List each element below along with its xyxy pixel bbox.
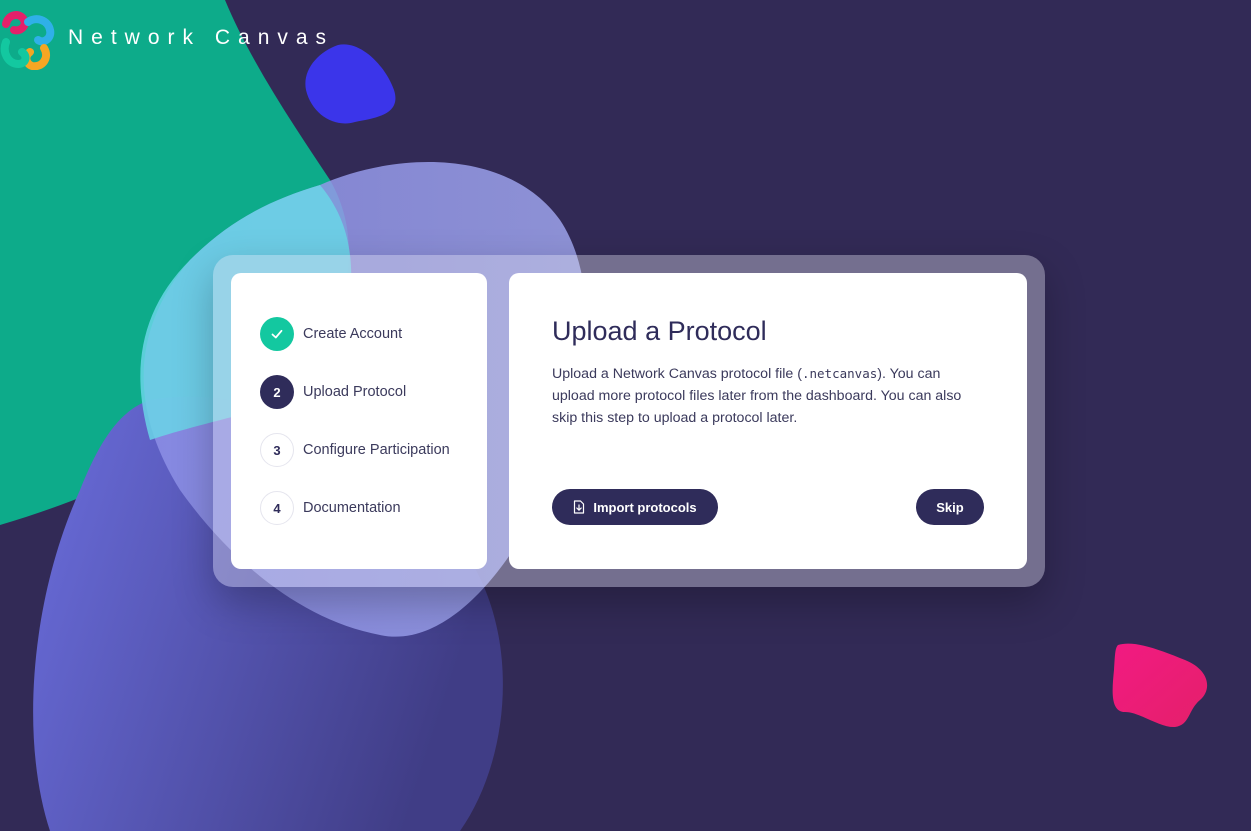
file-extension: .netcanvas <box>801 366 878 381</box>
pink-blob <box>1112 643 1208 728</box>
step-label: Documentation <box>303 500 401 516</box>
onboarding-wizard: Create Account 2 Upload Protocol 3 Confi… <box>213 255 1045 587</box>
step-number-marker: 3 <box>260 433 294 467</box>
skip-button[interactable]: Skip <box>916 489 984 525</box>
step-label: Upload Protocol <box>303 384 407 400</box>
description-text: Upload a Network Canvas protocol file ( <box>552 366 802 382</box>
check-icon <box>271 329 283 339</box>
upload-protocol-panel: Upload a Protocol Upload a Network Canva… <box>509 273 1027 569</box>
brand: Network Canvas <box>0 6 334 70</box>
page-title: Upload a Protocol <box>552 316 767 346</box>
network-canvas-logo-icon <box>0 11 55 70</box>
import-protocols-button[interactable]: Import protocols <box>552 489 718 525</box>
step-number-marker: 2 <box>260 375 294 409</box>
step-complete-marker <box>260 317 294 351</box>
step-create-account: Create Account <box>260 316 450 352</box>
upload-description: Upload a Network Canvas protocol file (.… <box>552 363 982 429</box>
steps-card: Create Account 2 Upload Protocol 3 Confi… <box>231 273 487 569</box>
file-import-icon <box>574 500 585 514</box>
step-number-marker: 4 <box>260 491 294 525</box>
import-protocols-label: Import protocols <box>593 499 697 515</box>
steps-list: Create Account 2 Upload Protocol 3 Confi… <box>260 316 450 548</box>
step-label: Configure Participation <box>303 442 450 458</box>
brand-name: Network Canvas <box>68 26 335 49</box>
step-documentation: 4 Documentation <box>260 490 450 526</box>
step-upload-protocol: 2 Upload Protocol <box>260 374 450 410</box>
step-label: Create Account <box>303 326 403 342</box>
step-configure-participation: 3 Configure Participation <box>260 432 450 468</box>
